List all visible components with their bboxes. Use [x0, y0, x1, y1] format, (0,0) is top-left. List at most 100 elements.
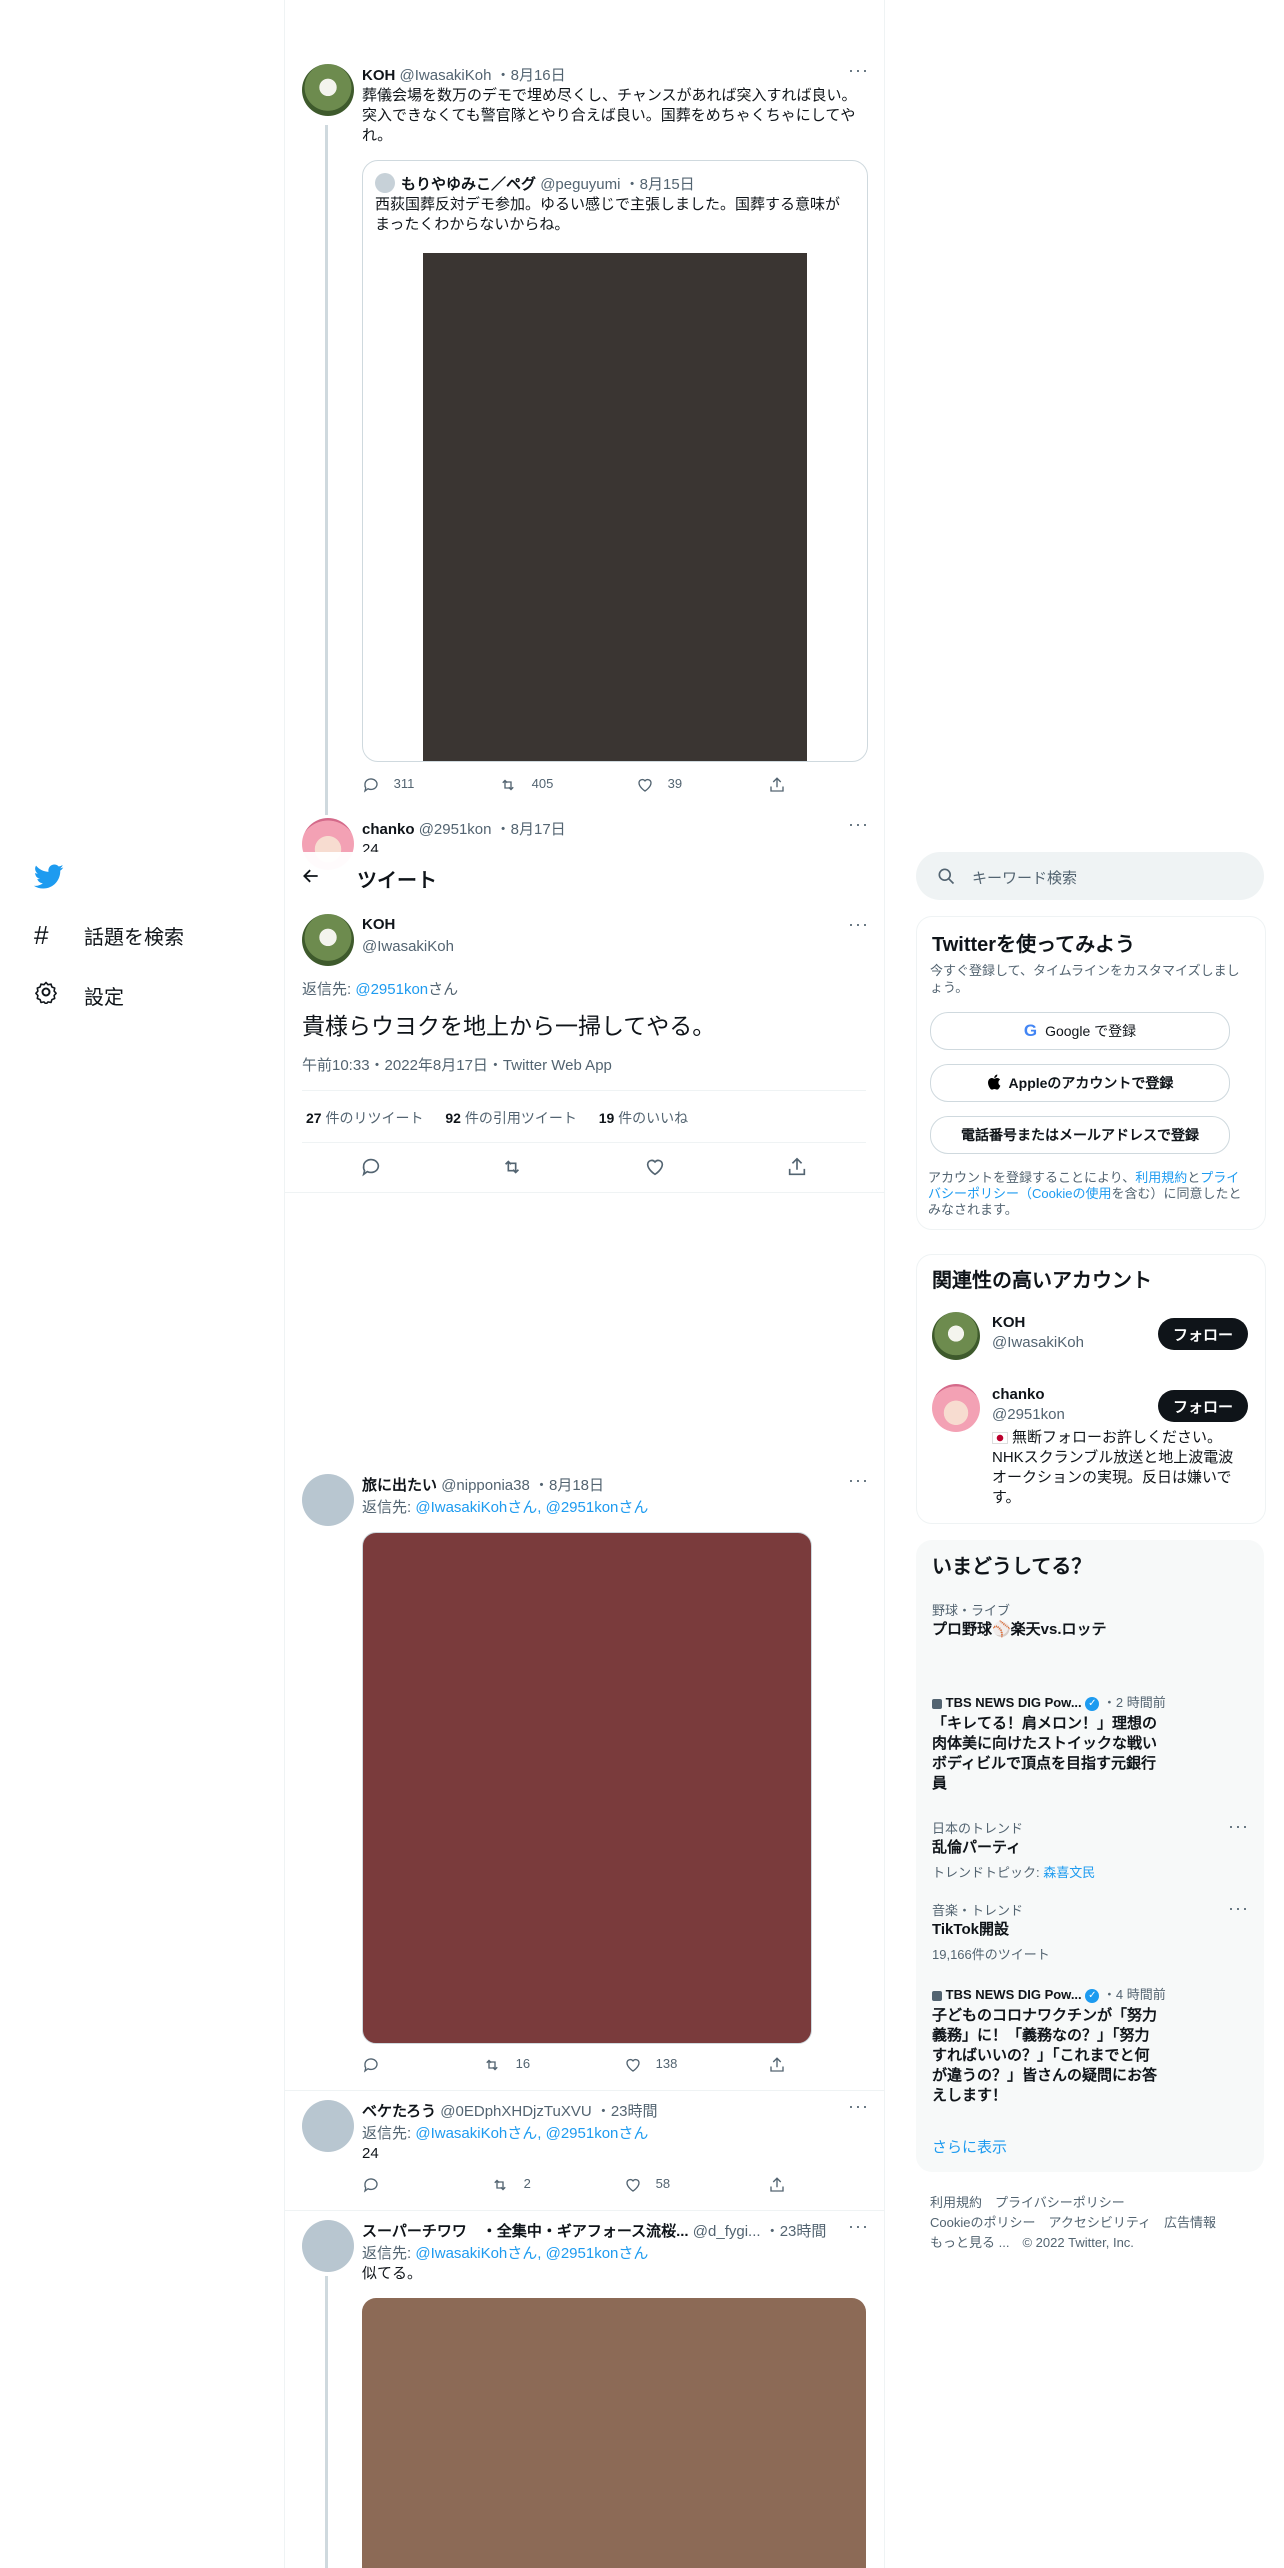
tweet-date[interactable]: ・8月18日: [534, 1477, 604, 1494]
footer-line-3[interactable]: もっと見る ... © 2022 Twitter, Inc.: [930, 2232, 1134, 2251]
apple-signup-button[interactable]: Appleのアカウントで登録: [930, 1064, 1230, 1102]
more-icon[interactable]: ···: [848, 814, 869, 835]
heart-icon[interactable]: [644, 1156, 666, 1183]
more-icon[interactable]: ···: [848, 2096, 869, 2117]
reply-icon[interactable]: [360, 1156, 382, 1183]
more-icon[interactable]: ···: [1228, 1816, 1249, 1837]
avatar[interactable]: [302, 1474, 354, 1526]
avatar[interactable]: [932, 1312, 980, 1360]
reply-to-link[interactable]: @2951kon: [355, 981, 428, 998]
related-account-handle[interactable]: @2951kon: [992, 1406, 1065, 1423]
twitter-logo-icon[interactable]: [33, 864, 64, 892]
show-more-link[interactable]: さらに表示: [932, 2136, 1007, 2157]
reply-context: 返信先: @IwasakiKohさん, @2951konさん: [362, 1496, 648, 1517]
share-button[interactable]: [768, 2056, 786, 2074]
nav-settings[interactable]: 設定: [34, 980, 124, 1010]
trend-title: TikTok開設: [932, 1921, 1009, 1938]
like-button[interactable]: 138: [624, 2056, 677, 2074]
share-icon[interactable]: [786, 1156, 808, 1183]
share-button[interactable]: [768, 2176, 786, 2194]
back-arrow-icon[interactable]: [301, 866, 321, 891]
author-name[interactable]: chanko: [362, 821, 415, 838]
trend-meta: 日本のトレンド: [932, 1821, 1024, 1836]
likes-stat[interactable]: 19 件のいいね: [599, 1110, 688, 1126]
retweets-stat[interactable]: 27 件のリツイート: [306, 1110, 423, 1126]
more-icon[interactable]: ···: [1228, 1898, 1249, 1919]
reply-to-link[interactable]: @IwasakiKohさん, @2951konさん: [415, 1499, 648, 1516]
quotes-stat[interactable]: 92 件の引用ツイート: [445, 1110, 576, 1126]
footer-line-2[interactable]: Cookieのポリシー アクセシビリティ 広告情報: [930, 2212, 1216, 2231]
retweet-button[interactable]: 16: [482, 2056, 530, 2074]
heart-icon: [638, 778, 652, 792]
news-source-icon: [932, 1698, 942, 1709]
verified-icon: ✓: [1085, 1696, 1100, 1711]
trend-topic-link[interactable]: 森喜文民: [1043, 1865, 1095, 1880]
quoted-tweet[interactable]: もりやゆみこ／ペグ @peguyumi ・8月15日 西荻国葬反対デモ参加。ゆる…: [362, 160, 868, 762]
bio-text: 無断フォローお許しください。NHKスクランブル放送と地上波電波オークションの実現…: [992, 1429, 1234, 1506]
like-button[interactable]: 58: [624, 2176, 670, 2194]
share-button[interactable]: [768, 776, 786, 794]
tweet-date[interactable]: ・23時間: [596, 2103, 658, 2120]
nav-explore[interactable]: # 話題を検索: [34, 920, 184, 951]
reply-button[interactable]: [362, 2056, 380, 2074]
related-account-handle[interactable]: @IwasakiKoh: [992, 1334, 1084, 1351]
author-name[interactable]: ベケたろう: [362, 2103, 436, 2120]
reply-button[interactable]: [362, 2176, 380, 2194]
tweet-actions: 2 58: [362, 2176, 862, 2196]
author-handle[interactable]: @d_fygi...: [693, 2223, 761, 2240]
quoted-text: 西荻国葬反対デモ参加。ゆるい感じで主張しました。国葬する意味がまったくわからない…: [375, 196, 841, 233]
reply-to-link[interactable]: @IwasakiKohさん, @2951konさん: [415, 2125, 648, 2142]
avatar[interactable]: [302, 914, 354, 966]
reply-button[interactable]: 311: [362, 776, 414, 794]
author-name[interactable]: KOH: [362, 916, 395, 933]
signup-title: Twitterを使ってみよう: [932, 934, 1136, 956]
avatar[interactable]: [932, 1384, 980, 1432]
like-button[interactable]: 39: [636, 776, 682, 794]
follow-button[interactable]: フォロー: [1158, 1318, 1248, 1350]
retweet-button[interactable]: 2: [490, 2176, 531, 2194]
more-icon[interactable]: ···: [848, 914, 869, 935]
quotes-count: 92: [445, 1110, 461, 1126]
reply-to-link[interactable]: @IwasakiKohさん, @2951konさん: [415, 2245, 648, 2262]
avatar[interactable]: [302, 2100, 354, 2152]
phone-email-signup-button[interactable]: 電話番号またはメールアドレスで登録: [930, 1116, 1230, 1154]
retweet-button[interactable]: 405: [498, 776, 553, 794]
footer-line-1[interactable]: 利用規約 プライバシーポリシー: [930, 2192, 1125, 2211]
tweet-meta[interactable]: 午前10:33・2022年8月17日・Twitter Web App: [302, 1054, 612, 1075]
more-icon[interactable]: ···: [848, 1470, 869, 1491]
author-handle[interactable]: @IwasakiKoh: [400, 67, 492, 84]
retweet-count: 16: [515, 2056, 531, 2072]
news-time: ・2 時間前: [1102, 1695, 1166, 1710]
tweet-date[interactable]: ・8月17日: [496, 821, 566, 838]
more-icon[interactable]: ···: [848, 2216, 869, 2237]
more-icon[interactable]: ···: [848, 60, 869, 81]
avatar[interactable]: [302, 64, 354, 116]
follow-button[interactable]: フォロー: [1158, 1390, 1248, 1422]
news-source-icon: [932, 1990, 942, 2001]
related-account-name[interactable]: KOH: [992, 1314, 1025, 1331]
retweet-icon[interactable]: [500, 1156, 524, 1183]
terms-text-1: アカウントを登録することにより、: [928, 1170, 1136, 1185]
author-handle[interactable]: @2951kon: [419, 821, 492, 838]
search-box[interactable]: キーワード検索: [916, 852, 1264, 900]
avatar[interactable]: [302, 2220, 354, 2272]
tweet-date[interactable]: ・23時間: [765, 2223, 827, 2240]
reply-context: 返信先: @2951konさん: [302, 978, 458, 999]
author-name[interactable]: スーパーチワワ ・全集中・ギアフォース流桜...: [362, 2223, 689, 2240]
author-handle[interactable]: @IwasakiKoh: [362, 938, 454, 955]
tweet-date[interactable]: ・8月16日: [496, 67, 566, 84]
related-account-name[interactable]: chanko: [992, 1386, 1045, 1403]
author-name[interactable]: 旅に出たい: [362, 1477, 437, 1494]
retweet-icon: [502, 779, 514, 791]
terms-link[interactable]: 利用規約: [1135, 1170, 1187, 1185]
author-handle[interactable]: @nipponia38: [441, 1477, 530, 1494]
signup-terms: アカウントを登録することにより、利用規約とプライバシーポリシー（Cookieの使…: [928, 1170, 1250, 1218]
hashtag-icon: #: [34, 920, 49, 950]
google-signup-button[interactable]: G Google で登録: [930, 1012, 1230, 1050]
author-name[interactable]: KOH: [362, 67, 395, 84]
quoted-image[interactable]: [423, 253, 807, 761]
author-handle[interactable]: @0EDphXHDjzTuXVU: [440, 2103, 591, 2120]
reply-prefix: 返信先:: [362, 2125, 416, 2142]
reply-image[interactable]: [362, 1532, 812, 2044]
reply-image[interactable]: [362, 2298, 866, 2568]
